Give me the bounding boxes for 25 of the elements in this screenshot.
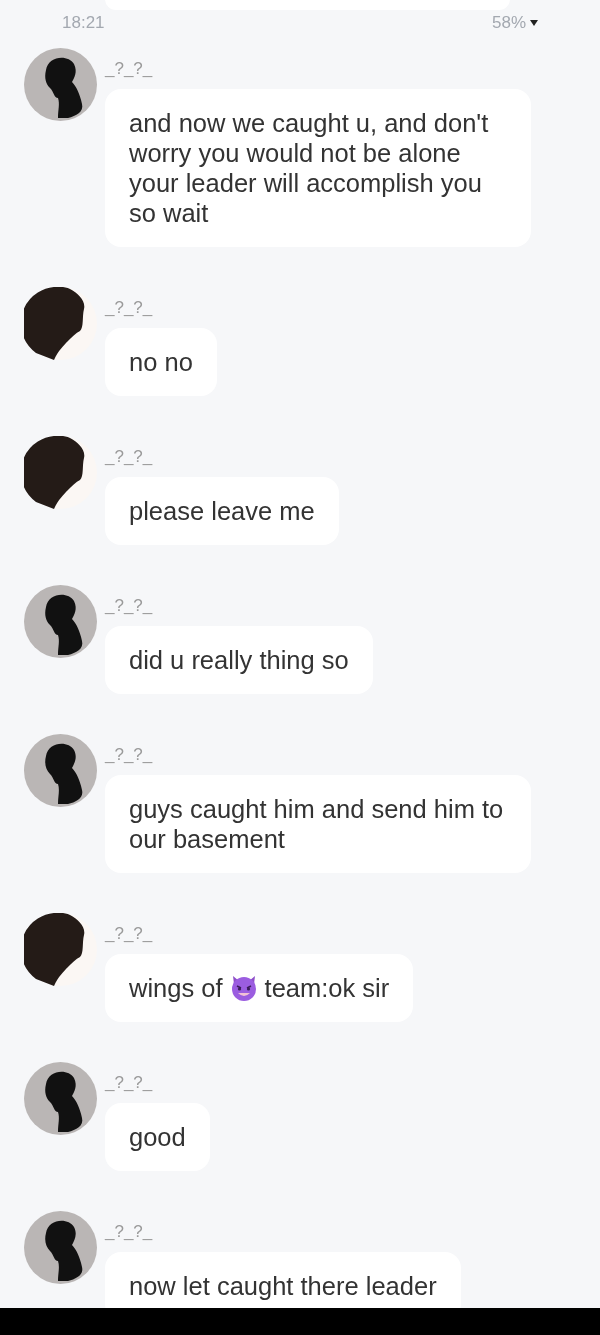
sender-name: _?_?_ bbox=[105, 1220, 153, 1243]
status-time: 18:21 bbox=[62, 12, 105, 35]
message-bubble: no no bbox=[105, 328, 217, 396]
sender-name: _?_?_ bbox=[105, 445, 153, 468]
message-bubble: and now we caught u, and don't worry you would not be alone your leader will accomplish you so wait bbox=[105, 89, 531, 247]
sender-name: _?_?_ bbox=[105, 922, 153, 945]
avatar-icon[interactable] bbox=[24, 1062, 97, 1135]
sender-name: _?_?_ bbox=[105, 594, 153, 617]
sender-name: _?_?_ bbox=[105, 296, 153, 319]
message-bubble: now let caught there leader bbox=[105, 1252, 461, 1308]
message-bubble: guys caught him and send him to our basement bbox=[105, 775, 531, 873]
message-text: team:ok sir bbox=[264, 974, 390, 1002]
message-text: wings of bbox=[129, 974, 223, 1002]
avatar-icon[interactable] bbox=[24, 585, 97, 658]
sender-name: _?_?_ bbox=[105, 57, 153, 80]
message-bubble: did u really thing so bbox=[105, 626, 373, 694]
message-bubble: please leave me bbox=[105, 477, 339, 545]
battery-percentage: 58% bbox=[491, 12, 526, 35]
sender-name: _?_?_ bbox=[105, 1071, 153, 1094]
devil-face-icon bbox=[229, 974, 258, 1002]
avatar-icon[interactable] bbox=[24, 734, 97, 807]
sender-name: _?_?_ bbox=[105, 743, 153, 766]
message-bubble: good bbox=[105, 1103, 210, 1171]
avatar-icon[interactable] bbox=[24, 48, 97, 121]
avatar-icon[interactable] bbox=[24, 1211, 97, 1284]
